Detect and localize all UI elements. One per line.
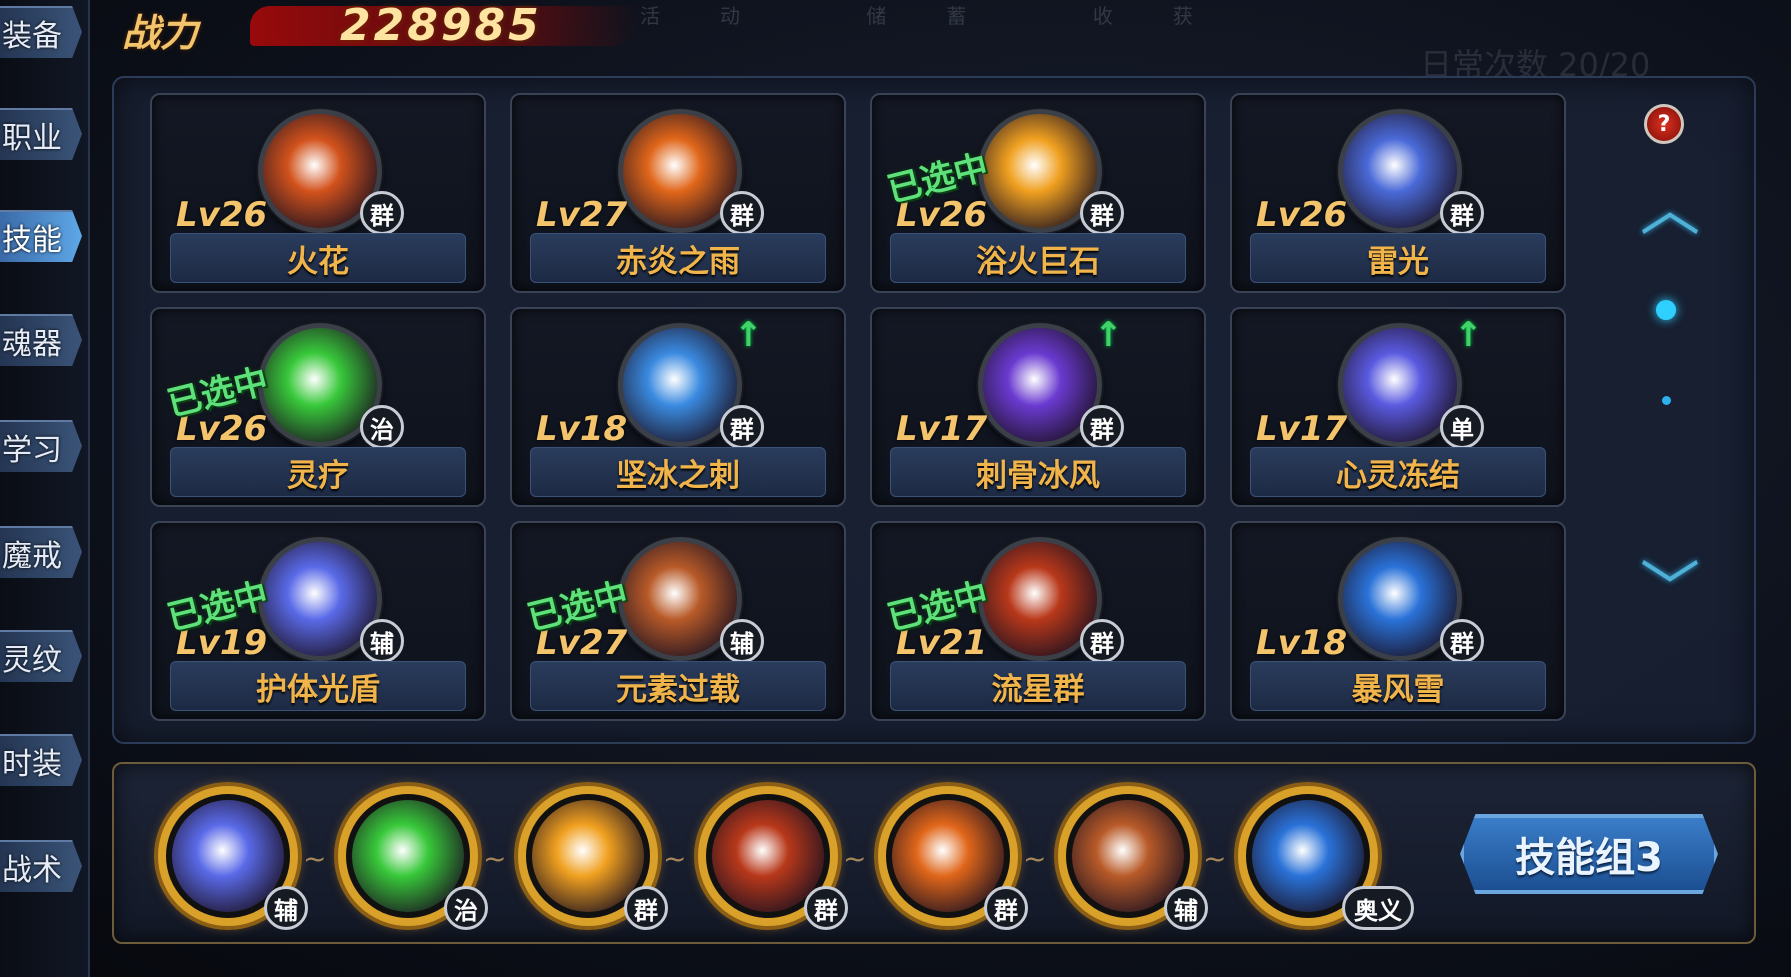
skill-card[interactable]: 群 Lv17 刺骨冰风 ↑ (870, 307, 1206, 507)
equipped-skill-slot[interactable]: 奥义 (1238, 786, 1414, 930)
skill-type-badge: 治 (360, 405, 404, 449)
sidebar-item-tactics[interactable]: 战术 (0, 840, 82, 892)
skill-card[interactable]: 群 Lv26 雷光 (1230, 93, 1566, 293)
sidebar-item-label: 魔戒 (2, 539, 62, 574)
sidebar-item-skills[interactable]: 技能 (0, 210, 82, 262)
sidebar-item-label: 学习 (2, 433, 62, 468)
skill-name: 元素过载 (530, 661, 826, 711)
power-value: 228985 (340, 0, 542, 51)
sidebar-item-label: 装备 (2, 19, 62, 54)
sidebar-item-class[interactable]: 职业 (0, 108, 82, 160)
skill-type-badge: 群 (1440, 619, 1484, 663)
upgrade-arrow-icon: ↑ (1454, 315, 1483, 355)
skill-type-badge: 辅 (1164, 886, 1208, 930)
skill-name: 暴风雪 (1250, 661, 1546, 711)
skill-level: Lv17 (1256, 409, 1348, 449)
skill-type-badge: 群 (360, 191, 404, 235)
help-button[interactable]: ? (1644, 104, 1684, 144)
sidebar-item-label: 技能 (2, 223, 62, 258)
skill-level: Lv26 (176, 195, 268, 235)
skill-card[interactable]: 群 Lv21 流星群 已选中 (870, 521, 1206, 721)
skill-grid: 群 Lv26 火花群 Lv27 赤炎之雨群 Lv26 浴火巨石 已选中群 Lv26 雷光治 Lv26… (150, 93, 1570, 729)
sidebar-item-magic-ring[interactable]: 魔戒 (0, 526, 82, 578)
upgrade-arrow-icon: ↑ (1094, 315, 1123, 355)
scroll-up-arrow-icon[interactable]: ︿ (1630, 180, 1710, 240)
skill-group-button[interactable]: 技能组3 (1460, 814, 1718, 894)
scroll-down-arrow-icon[interactable]: ﹀ (1630, 560, 1710, 620)
skill-type-badge: 群 (624, 886, 668, 930)
skill-card[interactable]: 群 Lv18 坚冰之刺 ↑ (510, 307, 846, 507)
page-indicator-active (1656, 300, 1676, 320)
skill-card[interactable]: 治 Lv26 灵疗 已选中 (150, 307, 486, 507)
slot-separator: ~ (843, 842, 867, 875)
equipped-skill-slot[interactable]: 群 (878, 786, 1028, 930)
sidebar: 装备 职业 技能 魂器 学习 魔戒 灵纹 时装 战术 (0, 0, 90, 977)
skill-card[interactable]: 群 Lv26 火花 (150, 93, 486, 293)
skill-name: 火花 (170, 233, 466, 283)
slot-separator: ~ (1023, 842, 1047, 875)
skill-name: 雷光 (1250, 233, 1546, 283)
sidebar-item-label: 时装 (2, 747, 62, 782)
sidebar-item-equipment[interactable]: 装备 (0, 6, 82, 58)
skill-level: Lv17 (896, 409, 988, 449)
skill-type-badge: 奥义 (1342, 886, 1414, 930)
skill-name: 护体光盾 (170, 661, 466, 711)
equipped-skill-slot[interactable]: 治 (338, 786, 488, 930)
sidebar-item-label: 职业 (2, 121, 62, 156)
skill-type-badge: 辅 (264, 886, 308, 930)
skill-level: Lv18 (1256, 623, 1348, 663)
sidebar-item-fashion[interactable]: 时装 (0, 734, 82, 786)
skill-type-badge: 群 (1080, 191, 1124, 235)
sidebar-item-label: 战术 (2, 853, 62, 888)
upgrade-arrow-icon: ↑ (734, 315, 763, 355)
equipped-skill-slot[interactable]: 群 (518, 786, 668, 930)
skill-level: Lv27 (536, 195, 628, 235)
skill-card[interactable]: 群 Lv18 暴风雪 (1230, 521, 1566, 721)
skill-name: 坚冰之刺 (530, 447, 826, 497)
slot-separator: ~ (663, 842, 687, 875)
skill-type-badge: 群 (984, 886, 1028, 930)
skill-name: 流星群 (890, 661, 1186, 711)
skill-card[interactable]: 辅 Lv27 元素过载 已选中 (510, 521, 846, 721)
skill-card[interactable]: 群 Lv26 浴火巨石 已选中 (870, 93, 1206, 293)
page-indicator (1662, 396, 1671, 405)
skill-name: 心灵冻结 (1250, 447, 1546, 497)
skill-type-badge: 群 (1080, 619, 1124, 663)
background-tabs: 活动 储蓄 收获 (640, 4, 1253, 28)
skill-type-badge: 群 (1440, 191, 1484, 235)
skill-card[interactable]: 辅 Lv19 护体光盾 已选中 (150, 521, 486, 721)
slot-separator: ~ (303, 842, 327, 875)
sidebar-item-soul-artifact[interactable]: 魂器 (0, 314, 82, 366)
skill-name: 刺骨冰风 (890, 447, 1186, 497)
skill-type-badge: 群 (720, 405, 764, 449)
sidebar-item-learning[interactable]: 学习 (0, 420, 82, 472)
skill-type-badge: 群 (1080, 405, 1124, 449)
sidebar-item-spirit-pattern[interactable]: 灵纹 (0, 630, 82, 682)
skill-name: 灵疗 (170, 447, 466, 497)
skill-type-badge: 辅 (360, 619, 404, 663)
equipped-skill-slot[interactable]: 辅 (1058, 786, 1208, 930)
skill-card[interactable]: 群 Lv27 赤炎之雨 (510, 93, 846, 293)
skill-type-badge: 单 (1440, 405, 1484, 449)
skill-card[interactable]: 单 Lv17 心灵冻结 ↑ (1230, 307, 1566, 507)
equipped-skill-slot[interactable]: 辅 (158, 786, 308, 930)
slot-separator: ~ (1203, 842, 1227, 875)
equipped-skill-slot[interactable]: 群 (698, 786, 848, 930)
skill-name: 浴火巨石 (890, 233, 1186, 283)
skill-name: 赤炎之雨 (530, 233, 826, 283)
slot-separator: ~ (483, 842, 507, 875)
skill-type-badge: 群 (804, 886, 848, 930)
sidebar-item-label: 魂器 (2, 327, 62, 362)
skill-type-badge: 辅 (720, 619, 764, 663)
skill-type-badge: 治 (444, 886, 488, 930)
power-label: 战力 (122, 11, 199, 55)
sidebar-item-label: 灵纹 (2, 643, 62, 678)
skill-type-badge: 群 (720, 191, 764, 235)
skill-level: Lv26 (1256, 195, 1348, 235)
skill-level: Lv18 (536, 409, 628, 449)
